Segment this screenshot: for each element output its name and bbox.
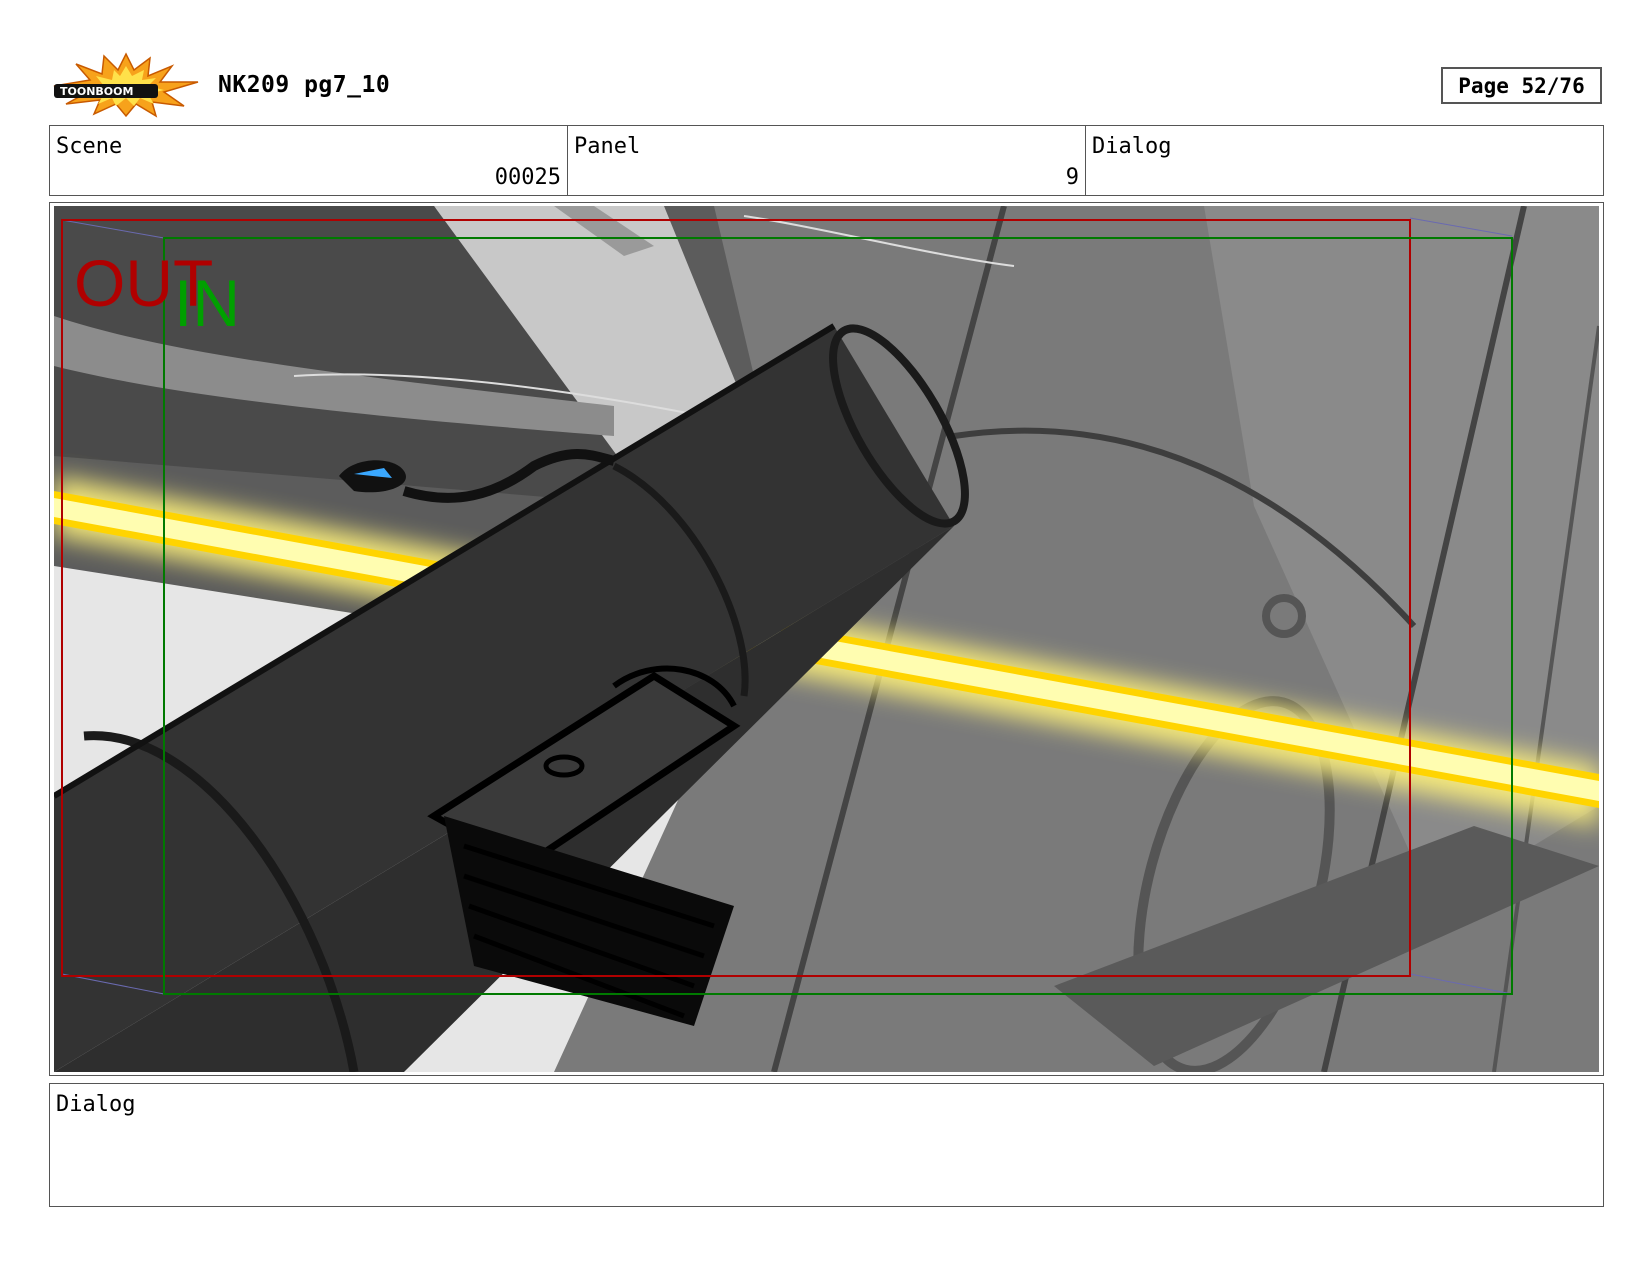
document-title: NK209 pg7_10 xyxy=(218,72,391,98)
scene-value: 00025 xyxy=(494,165,561,190)
dialog-box: Dialog xyxy=(49,1083,1604,1207)
scene-label: Scene xyxy=(56,134,123,159)
panel-label: Panel xyxy=(574,134,641,159)
dialog-label: Dialog xyxy=(56,1092,136,1117)
toonboom-logo: TOONBOOM xyxy=(53,52,199,118)
panel-cell: Panel 9 xyxy=(568,126,1086,195)
storyboard-panel-image: OUT IN xyxy=(54,206,1599,1072)
dialog-header-label: Dialog xyxy=(1092,134,1172,159)
scene-cell: Scene 00025 xyxy=(50,126,568,195)
in-label: IN xyxy=(174,266,240,340)
page-indicator: Page 52/76 xyxy=(1441,67,1602,104)
logo-text: TOONBOOM xyxy=(60,85,133,98)
dialog-cell: Dialog xyxy=(1086,126,1603,195)
info-table: Scene 00025 Panel 9 Dialog xyxy=(49,125,1604,196)
panel-value: 9 xyxy=(1065,165,1079,190)
